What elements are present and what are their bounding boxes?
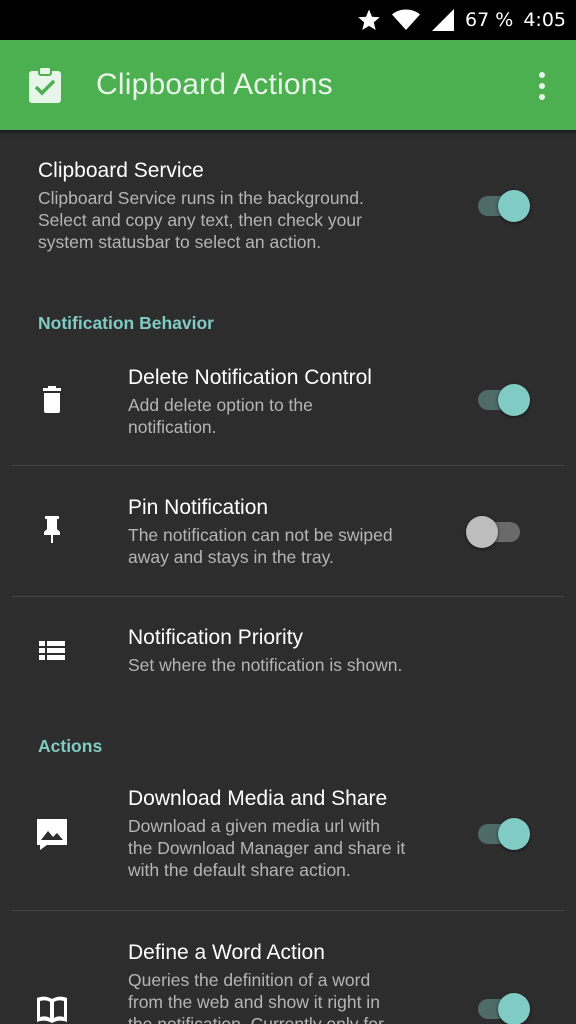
clipboard-service-switch[interactable] [474,188,534,224]
pref-clipboard-service[interactable]: Clipboard Service Clipboard Service runs… [0,155,576,265]
trash-icon [43,386,61,413]
pref-title: Download Media and Share [128,787,388,810]
image-icon [37,819,67,850]
delete-notification-switch[interactable] [474,382,534,418]
pin-icon [44,516,60,543]
pref-download-media[interactable]: Download Media and Share Download a give… [0,783,576,903]
battery-text: 67 % [465,9,514,31]
status-bar: 67 % 4:05 [0,0,576,40]
pref-delete-notification[interactable]: Delete Notification Control Add delete o… [0,360,576,460]
wifi-icon [392,9,421,30]
pref-title: Pin Notification [128,496,269,519]
pref-title: Delete Notification Control [128,366,372,389]
book-icon [37,996,67,1023]
overflow-dot-icon [539,83,545,89]
pref-pin-notification[interactable]: Pin Notification The notification can no… [0,492,576,592]
pref-summary: Clipboard Service runs in the background… [38,188,364,252]
list-icon [39,641,65,660]
define-word-switch[interactable] [474,991,534,1024]
pref-summary: Add delete option to the notification. [128,395,313,437]
category-notification-behavior: Notification Behavior [38,313,214,333]
clipboard-check-icon [29,66,61,103]
pref-title: Define a Word Action [128,941,325,964]
overflow-menu-button[interactable] [530,70,554,102]
pref-summary: Set where the notification is shown. [128,655,403,675]
pref-title: Notification Priority [128,626,304,649]
divider [12,910,564,911]
star-icon [358,9,380,30]
clock-text: 4:05 [523,9,566,31]
pref-summary: The notification can not be swiped away … [128,525,393,567]
app-title: Clipboard Actions [96,68,333,101]
pref-title: Clipboard Service [38,159,204,182]
signal-icon [432,9,455,31]
pref-summary: Download a given media url with the Down… [128,816,406,880]
download-media-switch[interactable] [474,816,534,852]
divider [12,465,564,466]
overflow-dot-icon [539,72,545,78]
pref-notification-priority[interactable]: Notification Priority Set where the noti… [0,622,576,692]
category-actions: Actions [38,736,103,756]
divider [12,596,564,597]
pin-notification-switch[interactable] [466,514,526,550]
overflow-dot-icon [539,94,545,100]
pref-define-word[interactable]: Define a Word Action Queries the definit… [0,936,576,1024]
app-bar: Clipboard Actions [0,40,576,130]
pref-summary: Queries the definition of a word from th… [128,970,384,1024]
